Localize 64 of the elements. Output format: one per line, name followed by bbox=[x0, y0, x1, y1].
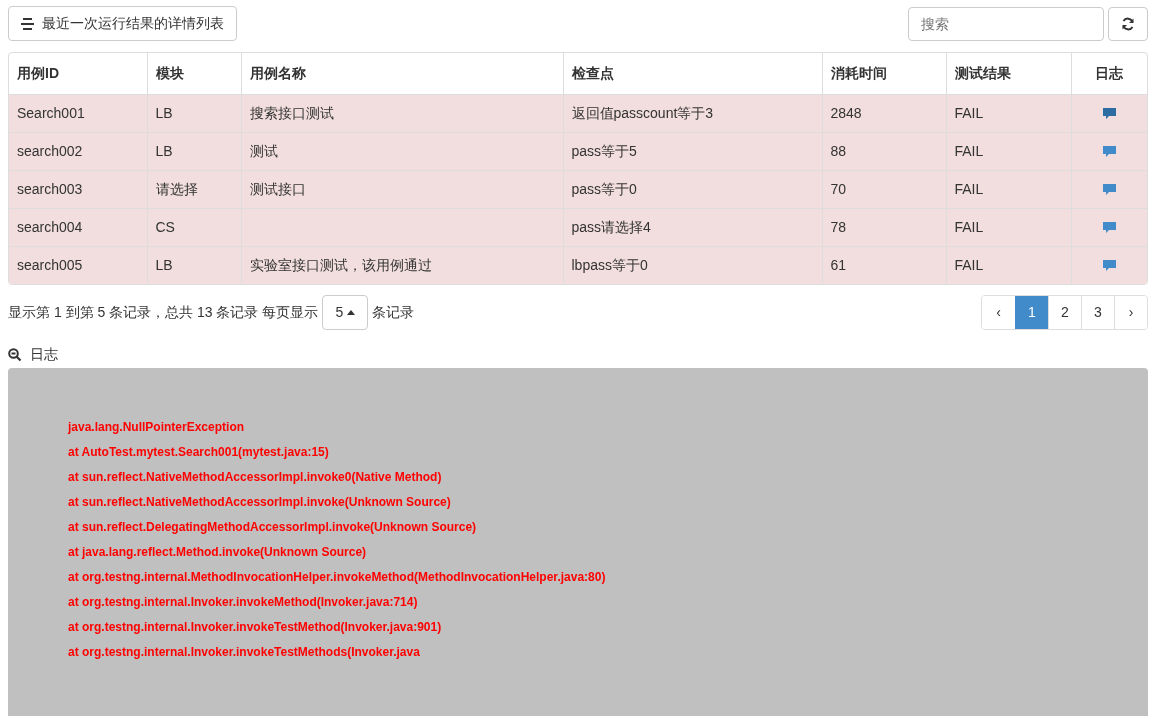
list-icon bbox=[21, 17, 34, 30]
column-header: 模块 bbox=[147, 53, 241, 94]
comment-icon[interactable] bbox=[1101, 258, 1117, 273]
table-cell: 88 bbox=[822, 132, 946, 170]
column-header: 测试结果 bbox=[946, 53, 1071, 94]
table-cell: FAIL bbox=[946, 208, 1071, 246]
table-cell: search005 bbox=[9, 246, 147, 284]
pagination-summary: 显示第 1 到第 5 条记录，总共 13 条记录 每页显示 bbox=[8, 302, 319, 322]
refresh-icon bbox=[1121, 16, 1135, 31]
table-cell: lbpass等于0 bbox=[563, 246, 822, 284]
log-line: java.lang.NullPointerException bbox=[68, 418, 246, 436]
table-cell: FAIL bbox=[946, 246, 1071, 284]
comment-icon[interactable] bbox=[1101, 144, 1117, 159]
table-cell: search003 bbox=[9, 170, 147, 208]
table-cell: pass等于0 bbox=[563, 170, 822, 208]
log-line: at org.testng.internal.MethodInvocationHelper.invokeMethod(MethodInvocationHelper.java:80) bbox=[68, 568, 607, 586]
table-cell: FAIL bbox=[946, 94, 1071, 132]
refresh-button[interactable] bbox=[1108, 6, 1148, 41]
table-cell: 实验室接口测试，该用例通过 bbox=[241, 246, 563, 284]
comment-icon[interactable] bbox=[1101, 106, 1117, 121]
table-cell: FAIL bbox=[946, 170, 1071, 208]
column-header: 消耗时间 bbox=[822, 53, 946, 94]
table-cell: 2848 bbox=[822, 94, 946, 132]
log-line: at sun.reflect.NativeMethodAccessorImpl.invoke0(Native Method) bbox=[68, 468, 443, 486]
zoom-out-icon bbox=[8, 347, 22, 362]
pagination-suffix: 条记录 bbox=[372, 302, 415, 322]
log-line: at org.testng.internal.Invoker.invokeTestMethods(Invoker.java bbox=[68, 643, 421, 661]
table-cell: search002 bbox=[9, 132, 147, 170]
log-line: at sun.reflect.DelegatingMethodAccessorImpl.invoke(Unknown Source) bbox=[68, 518, 478, 536]
table-cell: LB bbox=[147, 94, 241, 132]
next-page-link[interactable]: › bbox=[1114, 295, 1147, 329]
table-cell: LB bbox=[147, 246, 241, 284]
comment-icon[interactable] bbox=[1101, 182, 1117, 197]
log-line: at java.lang.reflect.Method.invoke(Unknown Source) bbox=[68, 543, 368, 561]
table-cell: FAIL bbox=[946, 132, 1071, 170]
table-cell: pass请选择4 bbox=[563, 208, 822, 246]
table-cell: CS bbox=[147, 208, 241, 246]
log-line: at org.testng.internal.Invoker.invokeMethod(Invoker.java:714) bbox=[68, 593, 419, 611]
table-cell: 返回值passcount等于3 bbox=[563, 94, 822, 132]
table-cell: 搜索接口测试 bbox=[241, 94, 563, 132]
table-cell: 70 bbox=[822, 170, 946, 208]
log-line: at sun.reflect.NativeMethodAccessorImpl.invoke(Unknown Source) bbox=[68, 493, 452, 511]
page-link[interactable]: 1 bbox=[1015, 295, 1048, 329]
list-button[interactable]: 最近一次运行结果的详情列表 bbox=[8, 6, 237, 41]
page-size-dropdown[interactable]: 5 bbox=[322, 294, 369, 330]
table-cell: 61 bbox=[822, 246, 946, 284]
search-field[interactable]: 搜索 bbox=[908, 6, 1104, 41]
log-line: at org.testng.internal.Invoker.invokeTestMethod(Invoker.java:901) bbox=[68, 618, 443, 636]
table-cell: LB bbox=[147, 132, 241, 170]
table-cell: 测试 bbox=[241, 132, 563, 170]
table-cell: 测试接口 bbox=[241, 170, 563, 208]
column-header: 用例名称 bbox=[241, 53, 563, 94]
table-cell: 请选择 bbox=[147, 170, 241, 208]
log-line: at AutoTest.mytest.Search001(mytest.java:15) bbox=[68, 443, 330, 461]
column-header: 检查点 bbox=[563, 53, 822, 94]
column-header: 用例ID bbox=[9, 53, 147, 94]
comment-icon[interactable] bbox=[1101, 220, 1117, 235]
caret-icon bbox=[347, 309, 356, 315]
table-cell: pass等于5 bbox=[563, 132, 822, 170]
table-cell: search004 bbox=[9, 208, 147, 246]
table-cell: Search001 bbox=[9, 94, 147, 132]
column-header: 日志 bbox=[1071, 53, 1147, 94]
log-title: 日志 bbox=[30, 345, 58, 364]
table-cell: 78 bbox=[822, 208, 946, 246]
